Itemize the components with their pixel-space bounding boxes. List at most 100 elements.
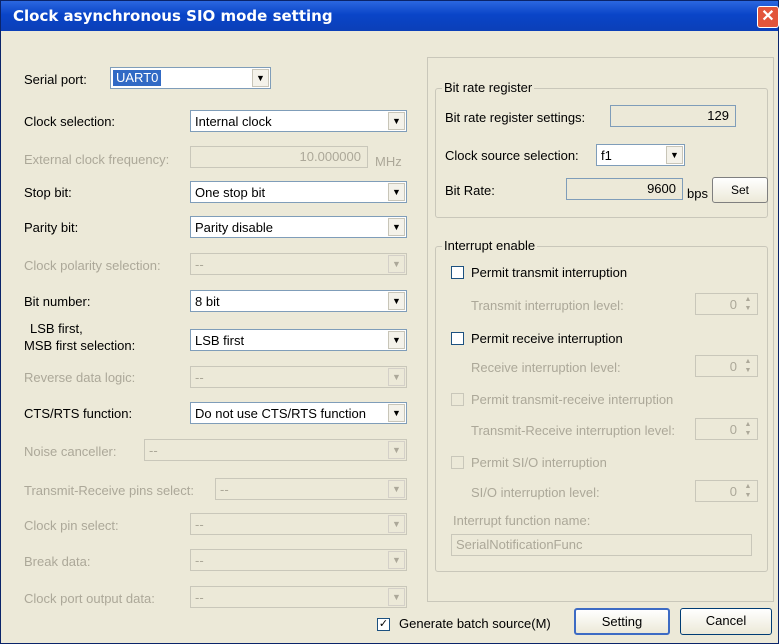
reverse-data-select: -- ▼ [190, 366, 407, 388]
permit-transmit-label[interactable]: Permit transmit interruption [471, 265, 627, 280]
receive-level-value: 0 [729, 359, 737, 374]
title-bar[interactable]: Clock asynchronous SIO mode setting ✕ [1, 1, 779, 31]
cts-rts-select[interactable]: Do not use CTS/RTS function ▼ [190, 402, 407, 424]
receive-level-spinner: 0 ▲ ▼ [695, 355, 758, 377]
tx-rx-level-value: 0 [729, 422, 737, 437]
bit-number-value: 8 bit [195, 294, 220, 309]
transmit-level-label: Transmit interruption level: [471, 298, 624, 313]
serial-port-select[interactable]: UART0 ▼ [110, 67, 271, 89]
clock-pin-select: -- ▼ [190, 513, 407, 535]
generate-batch-label[interactable]: Generate batch source(M) [399, 616, 551, 631]
noise-canceller-value: -- [149, 443, 158, 458]
permit-receive-label[interactable]: Permit receive interruption [471, 331, 623, 346]
sio-level-label: SI/O interruption level: [471, 485, 600, 500]
chevron-down-icon[interactable]: ▼ [388, 183, 405, 201]
clock-pin-label: Clock pin select: [24, 518, 119, 533]
clock-pin-value: -- [195, 517, 204, 532]
lsb-msb-label-line2: MSB first selection: [24, 338, 136, 353]
bit-rate-label: Bit Rate: [445, 183, 495, 198]
serial-port-label: Serial port: [24, 72, 87, 87]
lsb-msb-label-line1: LSB first, [30, 321, 83, 336]
spin-arrows-icon: ▲ ▼ [744, 358, 752, 374]
parity-bit-select[interactable]: Parity disable ▼ [190, 216, 407, 238]
break-data-label: Break data: [24, 554, 91, 569]
break-data-value: -- [195, 553, 204, 568]
chevron-down-icon: ▼ [388, 255, 405, 273]
function-name-field: SerialNotificationFunc [451, 534, 752, 556]
function-name-label: Interrupt function name: [453, 513, 591, 528]
reverse-data-value: -- [195, 370, 204, 385]
chevron-down-icon[interactable]: ▼ [388, 331, 405, 349]
serial-port-value: UART0 [113, 70, 162, 86]
chevron-down-icon[interactable]: ▼ [388, 112, 405, 130]
reverse-data-label: Reverse data logic: [24, 370, 136, 385]
clock-port-output-value: -- [195, 590, 204, 605]
external-clock-label: External clock frequency: [24, 152, 170, 167]
break-data-select: -- ▼ [190, 549, 407, 571]
set-details-button[interactable]: Set details... [712, 177, 768, 203]
transmit-level-value: 0 [729, 297, 737, 312]
stop-bit-select[interactable]: One stop bit ▼ [190, 181, 407, 203]
spin-arrows-icon: ▲ ▼ [744, 296, 752, 312]
noise-canceller-label: Noise canceller: [24, 444, 117, 459]
clock-selection-select[interactable]: Internal clock ▼ [190, 110, 407, 132]
chevron-down-icon: ▼ [388, 515, 405, 533]
transmit-level-spinner: 0 ▲ ▼ [695, 293, 758, 315]
interrupt-group-title: Interrupt enable [442, 238, 538, 253]
lsb-msb-select[interactable]: LSB first ▼ [190, 329, 407, 351]
stop-bit-value: One stop bit [195, 185, 266, 200]
window-title: Clock asynchronous SIO mode setting [13, 7, 333, 25]
bit-rate-settings-label: Bit rate register settings: [445, 110, 586, 125]
permit-sio-label: Permit SI/O interruption [471, 455, 607, 470]
cts-rts-value: Do not use CTS/RTS function [195, 406, 367, 421]
clock-port-output-label: Clock port output data: [24, 591, 155, 606]
external-clock-unit: MHz [375, 154, 402, 169]
chevron-down-icon: ▼ [388, 588, 405, 606]
clock-port-output-select: -- ▼ [190, 586, 407, 608]
permit-receive-checkbox[interactable] [451, 332, 464, 345]
receive-level-label: Receive interruption level: [471, 360, 621, 375]
cancel-button[interactable]: Cancel [680, 608, 772, 635]
clock-source-value: f1 [601, 148, 612, 163]
clock-polarity-label: Clock polarity selection: [24, 258, 161, 273]
noise-canceller-select: -- ▼ [144, 439, 407, 461]
stop-bit-label: Stop bit: [24, 185, 72, 200]
clock-selection-value: Internal clock [195, 114, 272, 129]
spin-arrows-icon: ▲ ▼ [744, 421, 752, 437]
generate-batch-checkbox[interactable]: ✓ [377, 618, 390, 631]
tx-rx-pins-label: Transmit-Receive pins select: [24, 483, 195, 498]
chevron-down-icon[interactable]: ▼ [252, 69, 269, 87]
clock-polarity-value: -- [195, 257, 204, 272]
cts-rts-label: CTS/RTS function: [24, 406, 133, 421]
spin-arrows-icon: ▲ ▼ [744, 483, 752, 499]
dialog-window: Clock asynchronous SIO mode setting ✕ Se… [0, 0, 779, 644]
external-clock-field: 10.000000 [190, 146, 368, 168]
bit-rate-group-title: Bit rate register [442, 80, 535, 95]
bit-number-select[interactable]: 8 bit ▼ [190, 290, 407, 312]
chevron-down-icon[interactable]: ▼ [666, 146, 683, 164]
chevron-down-icon[interactable]: ▼ [388, 218, 405, 236]
tx-rx-level-label: Transmit-Receive interruption level: [471, 423, 675, 438]
bit-rate-field: 9600 [566, 178, 683, 200]
chevron-down-icon[interactable]: ▼ [388, 404, 405, 422]
sio-level-spinner: 0 ▲ ▼ [695, 480, 758, 502]
permit-transmit-checkbox[interactable] [451, 266, 464, 279]
chevron-down-icon: ▼ [388, 368, 405, 386]
chevron-down-icon: ▼ [388, 441, 405, 459]
permit-sio-checkbox [451, 456, 464, 469]
close-button[interactable]: ✕ [757, 6, 779, 28]
parity-bit-label: Parity bit: [24, 220, 79, 235]
sio-level-value: 0 [729, 484, 737, 499]
parity-bit-value: Parity disable [195, 220, 274, 235]
permit-tx-rx-label: Permit transmit-receive interruption [471, 392, 674, 407]
clock-selection-label: Clock selection: [24, 114, 116, 129]
tx-rx-pins-value: -- [220, 482, 229, 497]
clock-polarity-select: -- ▼ [190, 253, 407, 275]
bit-rate-settings-field: 129 [610, 105, 736, 127]
chevron-down-icon: ▼ [388, 480, 405, 498]
chevron-down-icon[interactable]: ▼ [388, 292, 405, 310]
clock-source-select[interactable]: f1 ▼ [596, 144, 685, 166]
lsb-msb-value: LSB first [195, 333, 245, 348]
setting-button[interactable]: Setting [574, 608, 670, 635]
permit-tx-rx-checkbox [451, 393, 464, 406]
